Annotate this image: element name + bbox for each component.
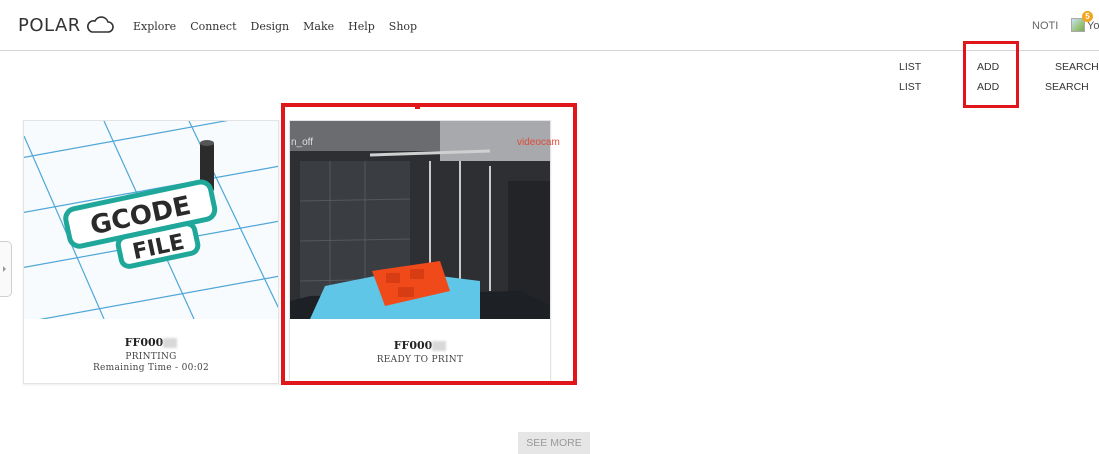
polar-logo[interactable]: POLAR [18,12,114,38]
logo-text: POLAR [18,14,81,36]
list-button[interactable]: LIST [899,61,921,73]
printer-name: FF000 [24,336,278,349]
gcode-preview-image: GCODE FILE [24,121,278,319]
search-button[interactable]: SEARCH [1055,61,1099,73]
see-more-button[interactable]: SEE MORE [518,432,590,454]
card-highlight-frame [281,103,577,385]
remaining-time: Remaining Time - 00:02 [92,363,209,373]
nav-make[interactable]: Make [303,20,334,33]
side-panel-toggle[interactable] [0,241,12,297]
search-button-secondary[interactable]: SEARCH [1045,81,1089,93]
list-button-secondary[interactable]: LIST [899,81,921,93]
nav-connect[interactable]: Connect [190,20,236,33]
nav-shop[interactable]: Shop [389,20,417,33]
main-nav: Explore Connect Design Make Help Shop [133,20,431,33]
cloud-icon [86,16,114,33]
notifications-link[interactable]: NOTI [1032,20,1058,32]
printer-status: PRINTING [125,352,177,362]
gcode-file-thumbnail: GCODE FILE [24,121,278,319]
add-highlight-frame [963,41,1019,108]
notification-badge: 5 [1082,11,1093,22]
printer-info: FF000 PRINTING Remaining Time - 00:02 [24,319,278,373]
top-header: POLAR Explore Connect Design Make Help S… [0,0,1099,51]
nav-explore[interactable]: Explore [133,20,176,33]
nav-design[interactable]: Design [251,20,290,33]
printer-card[interactable]: GCODE FILE FF000 PRINTING Remaining Time… [23,120,279,384]
nav-help[interactable]: Help [348,20,375,33]
